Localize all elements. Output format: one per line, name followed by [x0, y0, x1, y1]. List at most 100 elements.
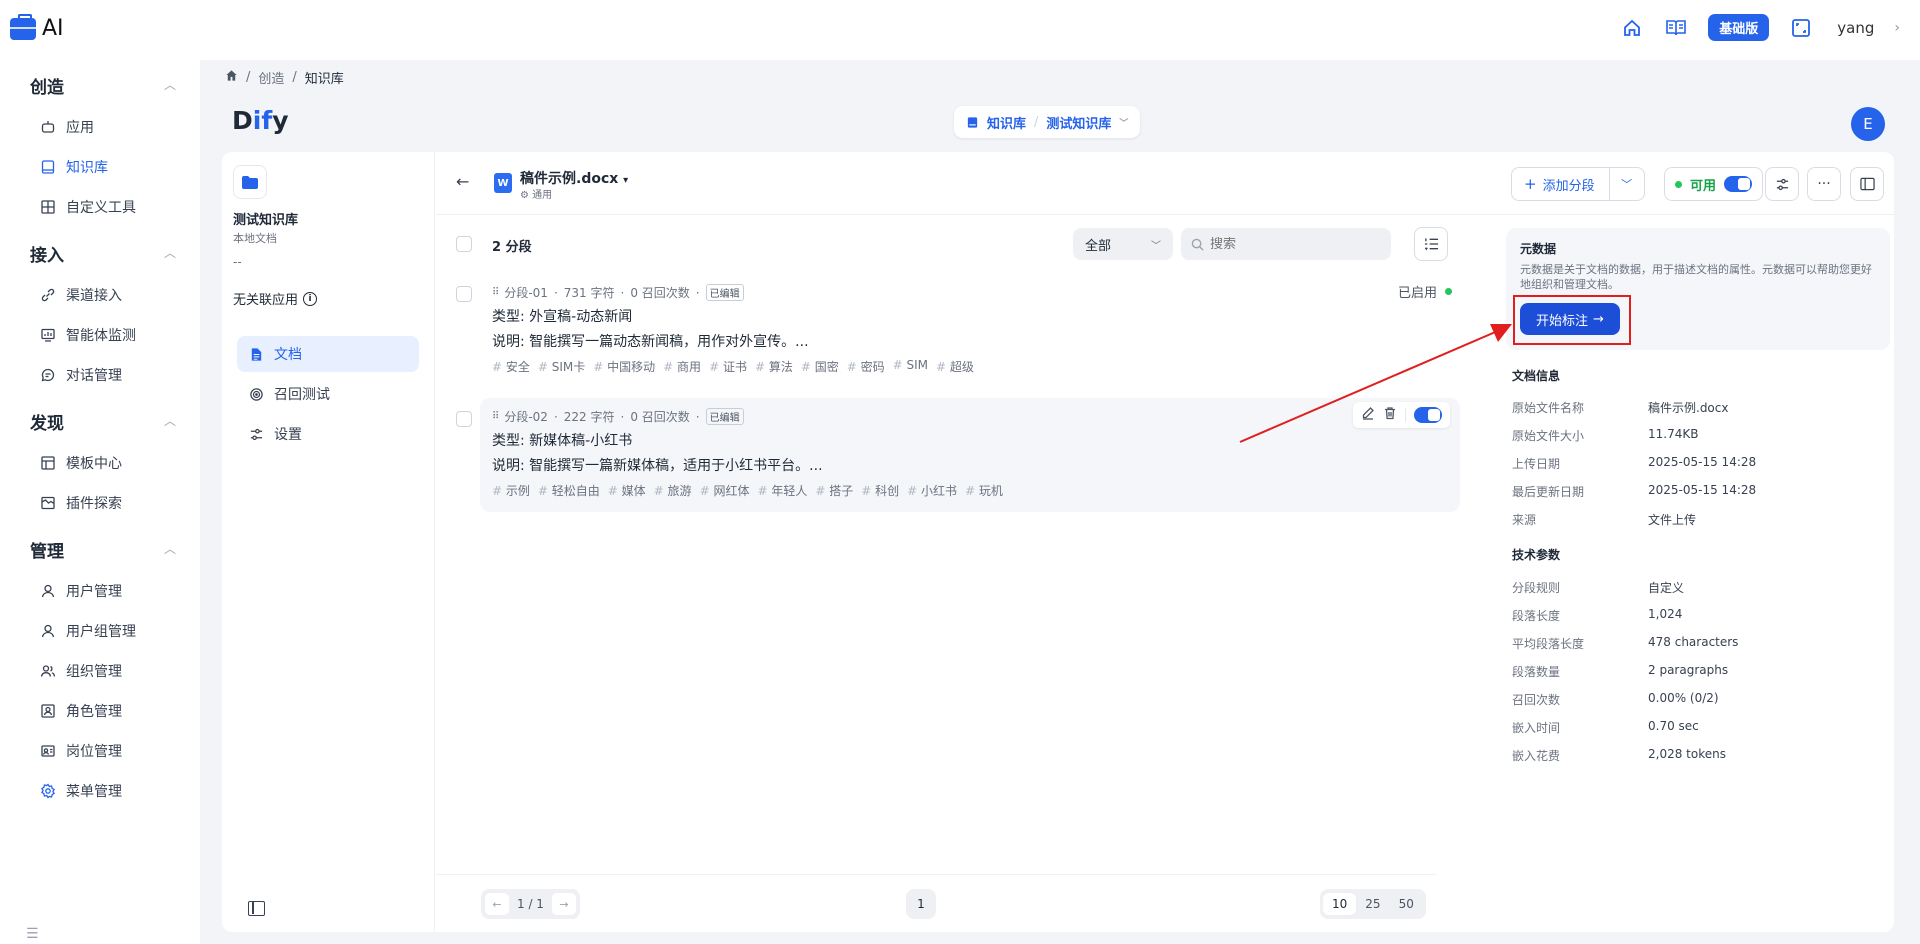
- tech-param-key: 召回次数: [1512, 693, 1561, 707]
- word-file-icon: W: [494, 173, 512, 193]
- plan-badge[interactable]: 基础版: [1708, 14, 1770, 41]
- sidebar-item-apps[interactable]: 应用: [40, 117, 94, 137]
- back-arrow-icon[interactable]: ←: [456, 172, 469, 191]
- template-icon: [41, 456, 55, 470]
- sidebar-item-user-groups[interactable]: 用户组管理: [40, 621, 136, 641]
- tech-param-key: 分段规则: [1512, 581, 1561, 595]
- page-size-option[interactable]: 10: [1323, 893, 1357, 915]
- keyword-tag: 国密: [801, 358, 839, 375]
- list-view-button[interactable]: [1414, 227, 1448, 261]
- segment-meta: ⠿ 分段-02 · 222 字符 · 0 召回次数 · 已编辑: [492, 408, 744, 425]
- switch-current-label[interactable]: 测试知识库: [1046, 113, 1111, 132]
- segment-content-line: 类型: 新媒体稿-小红书: [492, 433, 633, 449]
- sidebar-item-menus[interactable]: 菜单管理: [40, 781, 122, 801]
- sidebar-item-users[interactable]: 用户管理: [40, 581, 122, 601]
- fullscreen-icon[interactable]: [1789, 16, 1813, 40]
- segment-checkbox[interactable]: [456, 411, 472, 427]
- next-page-button[interactable]: →: [551, 893, 576, 915]
- sidebar-section-create[interactable]: 创造: [30, 73, 64, 98]
- home-icon[interactable]: [1620, 16, 1644, 40]
- home-icon[interactable]: [225, 69, 238, 86]
- availability-toggle[interactable]: 可用: [1664, 167, 1764, 201]
- sidebar-item-templates[interactable]: 模板中心: [40, 453, 122, 473]
- document-icon: [251, 347, 262, 361]
- status-filter-select[interactable]: 全部 ﹀: [1073, 228, 1173, 260]
- page-number[interactable]: 1: [906, 889, 936, 919]
- sidebar-item-conversations[interactable]: 对话管理: [40, 365, 122, 385]
- sidebar-item-channels[interactable]: 渠道接入: [40, 285, 122, 305]
- sidebar-item-knowledge[interactable]: 知识库: [40, 157, 108, 177]
- sidebar-item-label: 插件探索: [66, 496, 122, 512]
- chevron-up-icon[interactable]: ︿: [164, 76, 176, 93]
- knowledge-switcher[interactable]: 知识库 / 测试知识库 ﹀: [954, 106, 1141, 138]
- kb-related-apps[interactable]: 无关联应用 i: [233, 289, 318, 308]
- doc-info-value: 稿件示例.docx: [1648, 401, 1729, 415]
- sidebar-item-plugins[interactable]: 插件探索: [40, 493, 122, 513]
- kb-nav-documents[interactable]: 文档: [237, 336, 419, 372]
- sidebar-item-agent-monitor[interactable]: 智能体监测: [40, 325, 136, 345]
- search-box[interactable]: [1181, 228, 1391, 260]
- segment-settings-button[interactable]: [1765, 167, 1799, 201]
- sidebar-item-posts[interactable]: 岗位管理: [40, 741, 122, 761]
- briefcase-icon: [10, 13, 36, 40]
- breadcrumb-item-current: 知识库: [304, 72, 344, 87]
- chevron-up-icon[interactable]: ︿: [164, 244, 176, 261]
- keyword-tag: 轻松自由: [538, 482, 600, 499]
- doc-info-title: 文档信息: [1512, 369, 1561, 383]
- username[interactable]: yang: [1837, 19, 1874, 37]
- add-segment-dropdown[interactable]: ﹀: [1610, 176, 1644, 192]
- page-size-option[interactable]: 25: [1356, 893, 1389, 915]
- select-all-checkbox[interactable]: [456, 236, 472, 252]
- segment-content-line: 说明: 智能撰写一篇新媒体稿，适用于小红书平台。...: [492, 458, 823, 474]
- page-size-option[interactable]: 50: [1390, 893, 1423, 915]
- chevron-down-icon: ▾: [623, 175, 629, 186]
- sidebar-section-access[interactable]: 接入: [30, 241, 64, 266]
- info-icon[interactable]: i: [303, 291, 318, 306]
- availability-label: 可用: [1690, 178, 1717, 194]
- keyword-tag: 玩机: [965, 482, 1003, 499]
- status-dot: [1445, 288, 1452, 295]
- add-segment-main[interactable]: + 添加分段: [1512, 168, 1610, 200]
- segment-checkbox[interactable]: [456, 286, 472, 302]
- sidebar-section-discover[interactable]: 发现: [30, 409, 64, 434]
- book-open-icon[interactable]: [1664, 16, 1688, 40]
- previous-page-button[interactable]: ←: [485, 893, 509, 915]
- document-title[interactable]: 稿件示例.docx ▾: [520, 168, 628, 188]
- dify-logo[interactable]: Dify: [232, 106, 289, 135]
- sidebar-item-custom-tools[interactable]: 自定义工具: [40, 197, 136, 217]
- sidebar: 创造 ︿ 应用 知识库 自定义工具 接入 ︿ 渠道接入 智能体监测 对话管理 发…: [0, 60, 200, 944]
- sidebar-item-orgs[interactable]: 组织管理: [40, 661, 122, 681]
- chevron-up-icon[interactable]: ︿: [164, 412, 176, 429]
- switch-root-label[interactable]: 知识库: [987, 113, 1026, 132]
- collapse-sidebar-icon[interactable]: ☰: [26, 926, 39, 942]
- chevron-right-icon[interactable]: ›: [1894, 20, 1900, 36]
- user-icon: [41, 584, 55, 598]
- more-button[interactable]: ···: [1807, 167, 1841, 201]
- panel-toggle-icon[interactable]: [248, 901, 265, 916]
- chevron-up-icon[interactable]: ︿: [164, 540, 176, 557]
- keyword-tag: 小红书: [907, 482, 957, 499]
- kb-nav-settings[interactable]: 设置: [237, 416, 419, 452]
- segment-status: 已启用: [1398, 282, 1452, 301]
- drag-handle-icon[interactable]: ⠿: [492, 411, 499, 422]
- more-dots-icon: ···: [1817, 176, 1831, 192]
- avatar[interactable]: E: [1851, 107, 1885, 141]
- sidebar-item-roles[interactable]: 角色管理: [40, 701, 122, 721]
- sidebar-section-manage[interactable]: 管理: [30, 537, 64, 562]
- app-title: AI: [42, 16, 64, 41]
- add-segment-button[interactable]: + 添加分段 ﹀: [1511, 167, 1645, 201]
- kb-nav-recall-test[interactable]: 召回测试: [237, 376, 419, 412]
- availability-switch[interactable]: [1724, 176, 1753, 192]
- app-logo[interactable]: AI: [10, 13, 64, 41]
- drag-handle-icon[interactable]: ⠿: [492, 287, 499, 298]
- book-icon: [967, 116, 978, 128]
- keyword-tag: 示例: [492, 482, 530, 499]
- user-group-icon: [41, 624, 55, 638]
- toggle-side-panel-button[interactable]: [1850, 167, 1884, 201]
- monitor-icon: [41, 328, 55, 342]
- breadcrumb-item[interactable]: 创造: [258, 68, 284, 87]
- search-input[interactable]: [1210, 236, 1370, 252]
- doc-info-value: 2025-05-15 14:28: [1648, 455, 1757, 469]
- settings-sliders-icon: [250, 428, 263, 440]
- sidebar-item-label: 岗位管理: [66, 744, 122, 760]
